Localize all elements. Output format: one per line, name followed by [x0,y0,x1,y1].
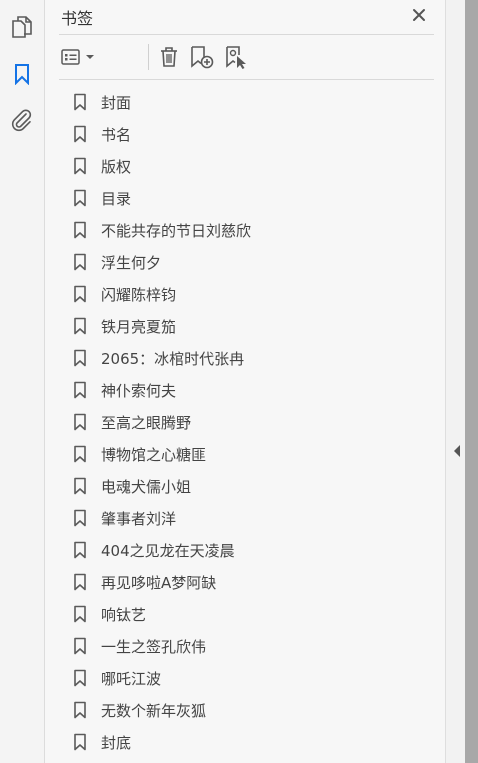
bookmark-icon [73,445,87,463]
bookmarks-toolbar [59,35,434,80]
bookmark-item[interactable]: 无数个新年灰狐 [73,694,251,726]
toolbar-divider [148,44,149,70]
bookmark-item[interactable]: 闪耀陈梓钧 [73,278,251,310]
bookmark-label: 版权 [101,157,132,176]
options-menu-icon[interactable] [60,43,96,71]
bookmark-item[interactable]: 目录 [73,182,251,214]
close-icon[interactable] [408,4,430,26]
bookmark-item[interactable]: 至高之眼腾野 [73,406,251,438]
delete-icon[interactable] [157,43,181,71]
bookmark-label: 铁月亮夏笳 [101,317,177,336]
bookmark-icon [73,125,87,143]
bookmark-label: 神仆索何夫 [101,381,177,400]
bookmark-icon [73,349,87,367]
bookmark-item[interactable]: 博物馆之心糖匪 [73,438,251,470]
bookmark-icon [73,509,87,527]
bookmark-item[interactable]: 神仆索何夫 [73,374,251,406]
collapse-arrow-icon [454,445,460,457]
bookmark-item[interactable]: 再见哆啦A梦阿缺 [73,566,251,598]
bookmark-icon [73,157,87,175]
bookmark-label: 不能共存的节日刘慈欣 [101,221,252,240]
bookmark-item[interactable]: 响钛艺 [73,598,251,630]
bookmark-label: 封底 [101,733,132,752]
bookmark-icon [73,381,87,399]
bookmark-icon [73,477,87,495]
document-area-edge [465,0,478,763]
bookmark-item[interactable]: 电魂犬儒小姐 [73,470,251,502]
bookmark-icon [73,285,87,303]
attachment-icon[interactable] [8,106,36,134]
bookmark-label: 至高之眼腾野 [101,413,192,432]
bookmark-icon [73,573,87,591]
collapse-panel-button[interactable] [445,0,466,763]
bookmark-icon [73,733,87,751]
bookmark-item[interactable]: 404之见龙在天凌晨 [73,534,251,566]
bookmark-label: 博物馆之心糖匪 [101,445,207,464]
bookmark-icon[interactable] [8,60,36,88]
panel-title: 书签 [61,9,94,28]
bookmark-label: 浮生何夕 [101,253,162,272]
bookmark-item[interactable]: 封底 [73,726,251,758]
bookmark-label: 2065：冰棺时代张冉 [101,349,245,368]
bookmark-item[interactable]: 浮生何夕 [73,246,251,278]
bookmark-icon [73,413,87,431]
bookmark-icon [73,93,87,111]
bookmark-item[interactable]: 不能共存的节日刘慈欣 [73,214,251,246]
bookmark-item[interactable]: 封面 [73,86,251,118]
bookmark-label: 404之见龙在天凌晨 [101,541,235,560]
bookmark-label: 响钛艺 [101,605,147,624]
bookmark-from-selection-icon[interactable] [224,43,250,71]
bookmark-icon [73,637,87,655]
bookmark-item[interactable]: 书名 [73,118,251,150]
bookmark-label: 再见哆啦A梦阿缺 [101,573,217,592]
panel-header: 书签 [59,0,434,35]
navigation-rail [0,0,45,763]
bookmark-item[interactable]: 铁月亮夏笳 [73,310,251,342]
bookmark-label: 闪耀陈梓钧 [101,285,177,304]
bookmarks-panel: 书签 封面 书名 版权 目录 不能共存的节日刘慈欣 浮生何夕 闪耀陈梓钧 铁月亮… [45,0,445,763]
bookmark-icon [73,253,87,271]
bookmark-icon [73,701,87,719]
bookmark-item[interactable]: 哪吒江波 [73,662,251,694]
bookmark-icon [73,221,87,239]
bookmark-icon [73,541,87,559]
bookmark-label: 一生之签孔欣伟 [101,637,207,656]
bookmark-label: 目录 [101,189,132,208]
new-bookmark-icon[interactable] [189,43,215,71]
bookmark-label: 电魂犬儒小姐 [101,477,192,496]
pages-icon[interactable] [8,13,36,41]
bookmark-item[interactable]: 一生之签孔欣伟 [73,630,251,662]
bookmark-label: 哪吒江波 [101,669,162,688]
bookmark-icon [73,605,87,623]
bookmark-icon [73,669,87,687]
bookmark-label: 封面 [101,93,132,112]
bookmark-item[interactable]: 版权 [73,150,251,182]
bookmark-icon [73,317,87,335]
bookmark-item[interactable]: 2065：冰棺时代张冉 [73,342,251,374]
bookmark-label: 肇事者刘洋 [101,509,177,528]
bookmark-icon [73,189,87,207]
bookmark-list: 封面书名版权目录不能共存的节日刘慈欣 浮生何夕闪耀陈梓钧铁月亮夏笳 2065：冰棺时… [73,86,251,758]
bookmark-label: 书名 [101,125,132,144]
bookmark-label: 无数个新年灰狐 [101,701,207,720]
bookmark-item[interactable]: 肇事者刘洋 [73,502,251,534]
